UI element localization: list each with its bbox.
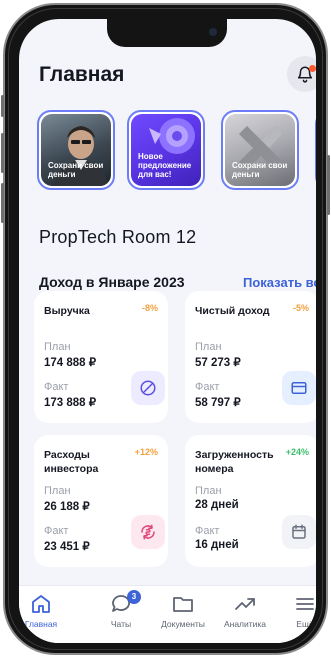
tab-chats[interactable]: 3 Чаты	[91, 590, 151, 629]
fact-value: 173 888 ₽	[44, 397, 97, 409]
story-image: Новое предложение для вас!	[131, 114, 201, 186]
volume-up-button	[1, 133, 4, 173]
fact-value: 23 451 ₽	[44, 541, 90, 553]
page-title: Главная	[39, 63, 125, 86]
revenue-card[interactable]: Выручка -8% План 174 888 ₽ Факт 173 888 …	[34, 291, 168, 423]
plan-label: План	[195, 485, 222, 497]
investor-expenses-card[interactable]: Расходы инвестора +12% План 26 188 ₽ Фак…	[34, 435, 168, 567]
plan-value: 57 273 ₽	[195, 357, 241, 369]
plan-value: 174 888 ₽	[44, 357, 97, 369]
room-occupancy-card[interactable]: Загруженность номера +24% План 28 дней Ф…	[185, 435, 316, 567]
tab-label: Главная	[24, 619, 58, 629]
story-caption: Новое предложение для вас!	[138, 152, 192, 179]
home-icon	[32, 595, 50, 613]
volume-down-button	[1, 183, 4, 223]
story-image: Сохрани свои деньги	[41, 114, 111, 186]
card-icon-bg	[131, 515, 165, 549]
fact-label: Факт	[195, 525, 220, 537]
plan-value: 26 188 ₽	[44, 501, 90, 513]
card-icon-bg	[282, 515, 316, 549]
app-screen: Главная Сохрани свои деньги Новое предло…	[19, 19, 316, 643]
story-card[interactable]: Сохрани свои деньги	[37, 110, 115, 190]
tab-label: Ещё	[296, 619, 314, 629]
card-title: Загруженность номера	[195, 449, 274, 475]
tab-analytics[interactable]: Аналитика	[215, 592, 275, 629]
story-card[interactable]: Новое предложение для вас!	[127, 110, 205, 190]
room-title: PropTech Room 12	[39, 227, 197, 247]
story-card[interactable]: Сохрани свои деньги	[221, 110, 299, 190]
change-percent: -5%	[292, 303, 309, 313]
story-caption: Сохрани свои деньги	[48, 161, 104, 179]
plan-value: 28 дней	[195, 499, 239, 511]
fact-label: Факт	[44, 381, 69, 393]
menu-icon	[296, 598, 314, 610]
plan-label: План	[44, 341, 71, 353]
card-title: Выручка	[44, 305, 90, 317]
plan-label: План	[44, 485, 71, 497]
front-camera	[209, 28, 217, 36]
change-percent: +12%	[134, 447, 158, 457]
card-icon-bg	[131, 371, 165, 405]
stories-carousel[interactable]: Сохрани свои деньги Новое предложение дл…	[37, 110, 316, 200]
calendar-icon	[292, 524, 306, 539]
tab-documents[interactable]: Документы	[153, 592, 213, 629]
credit-card-icon	[291, 382, 307, 394]
bottom-tab-bar: Главная 3 Чаты Документы Аналитика Ещё	[19, 585, 316, 643]
tab-label: Чаты	[110, 619, 132, 629]
trend-icon	[235, 598, 255, 610]
mute-switch	[1, 95, 4, 117]
unread-badge: 3	[127, 590, 141, 604]
fact-label: Факт	[195, 381, 220, 393]
show-all-link[interactable]: Показать все	[243, 275, 316, 290]
card-title: Чистый доход	[195, 305, 270, 317]
fact-value: 16 дней	[195, 539, 239, 551]
folder-icon	[173, 597, 193, 612]
plan-label: План	[195, 341, 222, 353]
net-income-card[interactable]: Чистый доход -5% План 57 273 ₽ Факт 58 7…	[185, 291, 316, 423]
notification-dot	[309, 65, 316, 72]
tab-label: Аналитика	[223, 619, 267, 629]
tab-label: Документы	[161, 619, 205, 629]
income-section-title: Доход в Январе 2023	[39, 274, 185, 290]
power-button	[327, 155, 330, 215]
tab-home[interactable]: Главная	[19, 592, 71, 629]
story-card[interactable]	[315, 110, 316, 190]
pie-chart-icon	[140, 380, 156, 396]
phone-frame: Главная Сохрани свои деньги Новое предло…	[1, 3, 330, 655]
currency-exchange-icon	[141, 524, 155, 540]
fact-label: Факт	[44, 525, 69, 537]
story-caption: Сохрани свои деньги	[232, 161, 288, 179]
tab-more[interactable]: Ещё	[275, 592, 316, 629]
change-percent: +24%	[285, 447, 309, 457]
change-percent: -8%	[141, 303, 158, 313]
card-title: Расходы инвестора	[44, 449, 99, 475]
card-icon-bg	[282, 371, 316, 405]
notifications-button[interactable]	[287, 56, 316, 92]
story-image: Сохрани свои деньги	[225, 114, 295, 186]
fact-value: 58 797 ₽	[195, 397, 241, 409]
